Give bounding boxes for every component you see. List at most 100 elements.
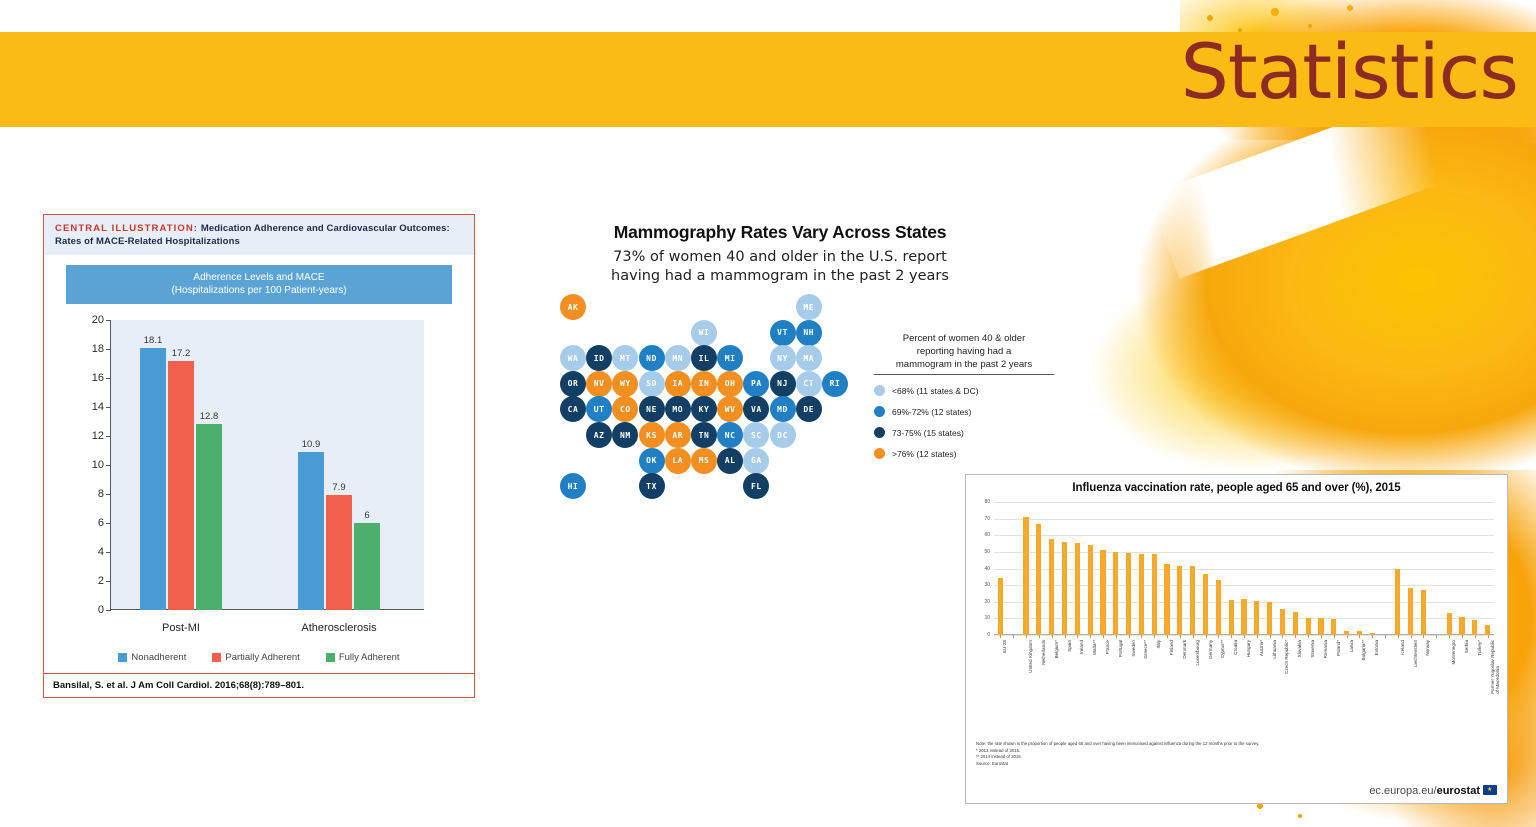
- eurostat-x-category-label: Malta**: [1092, 640, 1098, 655]
- eurostat-bar: [1126, 553, 1132, 635]
- jacc-y-tick: [106, 523, 111, 524]
- eurostat-y-tick-label: 60: [984, 532, 990, 539]
- jacc-legend-swatch: [212, 653, 222, 662]
- state-tile-nd[interactable]: ND: [638, 345, 665, 372]
- state-tile-nc[interactable]: NC: [717, 422, 744, 448]
- state-tile-ga[interactable]: GA: [743, 447, 770, 474]
- eurostat-bar: [1241, 599, 1247, 635]
- eurostat-x-category-label: EU-28: [1002, 640, 1008, 654]
- state-tile-wi[interactable]: WI: [691, 319, 717, 346]
- eurostat-x-category-label: Cyprus**: [1220, 640, 1226, 659]
- mammography-subtitle-line2: having had a mammogram in the past 2 yea…: [611, 268, 949, 284]
- state-tile-de[interactable]: DE: [795, 396, 822, 423]
- state-tile-ky[interactable]: KY: [691, 396, 717, 423]
- eurostat-bar: [1023, 516, 1029, 635]
- eurostat-x-category-label: Greece**: [1143, 640, 1149, 659]
- eurostat-x-category-label: Iceland: [1399, 640, 1405, 655]
- eurostat-url-plain: ec.europa.eu/: [1369, 784, 1437, 797]
- eurostat-y-tick-label: 20: [984, 598, 990, 605]
- state-tile-fl[interactable]: FL: [743, 473, 770, 500]
- jacc-y-tick: [106, 465, 111, 466]
- eurostat-x-tick: [1256, 635, 1258, 638]
- state-tile-in[interactable]: IN: [691, 370, 717, 397]
- eurostat-bar: [1420, 590, 1427, 635]
- state-tile-ma[interactable]: MA: [795, 345, 822, 372]
- state-tile-nv[interactable]: NV: [586, 370, 613, 397]
- eurostat-bar: [1228, 599, 1234, 635]
- mammography-legend-item: 73-75% (15 states): [874, 427, 1054, 438]
- eurostat-x-category-label: Germany: [1207, 640, 1213, 659]
- jacc-bar-value-label: 17.2: [171, 347, 191, 359]
- state-tile-il[interactable]: IL: [691, 345, 717, 372]
- state-tile-mo[interactable]: MO: [664, 396, 691, 423]
- state-tile-nh[interactable]: NH: [795, 319, 822, 346]
- mammography-subtitle-line1: 73% of women 40 and older in the U.S. re…: [613, 249, 947, 265]
- state-tile-hi[interactable]: HI: [560, 473, 586, 500]
- state-tile-wa[interactable]: WA: [560, 345, 586, 372]
- state-tile-az[interactable]: AZ: [586, 422, 613, 448]
- state-tile-ar[interactable]: AR: [664, 422, 691, 448]
- state-tile-pa[interactable]: PA: [743, 370, 770, 397]
- jacc-y-tick: [106, 552, 111, 553]
- state-tile-nm[interactable]: NM: [612, 422, 639, 448]
- state-tile-dc[interactable]: DC: [769, 422, 796, 448]
- eurostat-x-tick: [1269, 635, 1271, 638]
- state-tile-md[interactable]: MD: [769, 396, 796, 423]
- state-tile-ks[interactable]: KS: [638, 422, 665, 448]
- eurostat-note-4: Source: Eurostat: [976, 760, 1009, 766]
- eurostat-y-tick-label: 10: [984, 615, 990, 622]
- eurostat-y-tick-label: 80: [984, 499, 990, 505]
- eurostat-x-tick: [1141, 635, 1143, 638]
- eurostat-x-tick: [1102, 635, 1104, 638]
- state-tile-ct[interactable]: CT: [795, 370, 822, 397]
- state-tile-ak[interactable]: AK: [560, 294, 586, 320]
- state-tile-ca[interactable]: CA: [560, 396, 586, 423]
- state-tile-va[interactable]: VA: [743, 396, 770, 423]
- eurostat-x-tick: [1282, 635, 1284, 638]
- eurostat-x-tick: [1487, 635, 1489, 638]
- eurostat-note-1: Note: the rate shown is the proportion o…: [976, 741, 1260, 746]
- eurostat-x-tick: [1154, 635, 1156, 638]
- state-tile-id[interactable]: ID: [586, 345, 613, 372]
- state-tile-ia[interactable]: IA: [664, 370, 691, 397]
- eurostat-bar-chart: 0 10 20 30 40 50 60 70 80 EU-28 United Kingdom Neth…: [984, 499, 1499, 694]
- state-tile-sc[interactable]: SC: [743, 422, 770, 448]
- state-tile-nj[interactable]: NJ: [769, 370, 796, 397]
- eurostat-bar: [1279, 608, 1286, 635]
- state-tile-mt[interactable]: MT: [612, 345, 639, 372]
- state-tile-wv[interactable]: WV: [717, 396, 744, 423]
- jacc-y-tick-label: 12: [91, 430, 104, 442]
- state-tile-or[interactable]: OR: [560, 370, 586, 397]
- state-tile-oh[interactable]: OH: [717, 370, 744, 397]
- eurostat-x-category-label: Slovakia: [1297, 640, 1303, 658]
- eurostat-bar: [1292, 612, 1298, 635]
- state-tile-ut[interactable]: UT: [586, 396, 613, 423]
- state-tile-ny[interactable]: NY: [769, 345, 796, 372]
- mammography-legend-dot: [874, 406, 885, 417]
- eurostat-bar: [1369, 632, 1375, 635]
- eurostat-gridline: [994, 551, 1494, 553]
- state-tile-al[interactable]: AL: [717, 447, 744, 474]
- state-tile-la[interactable]: LA: [664, 447, 691, 474]
- eurostat-x-category-label: Estonia: [1374, 640, 1380, 656]
- eurostat-x-category-label: Norway: [1425, 640, 1431, 656]
- state-tile-co[interactable]: CO: [612, 396, 639, 423]
- jacc-y-tick: [106, 320, 111, 321]
- state-tile-ok[interactable]: OK: [638, 447, 665, 474]
- state-tile-ri[interactable]: RI: [822, 370, 848, 397]
- state-tile-me[interactable]: ME: [795, 294, 822, 320]
- mammography-legend-label: >76% (12 states): [892, 448, 957, 459]
- eurostat-bar: [1202, 573, 1209, 635]
- eurostat-x-category-label: Croatia: [1233, 640, 1239, 655]
- state-tile-tx[interactable]: TX: [638, 473, 665, 500]
- state-tile-ms[interactable]: MS: [691, 447, 717, 474]
- state-tile-tn[interactable]: TN: [691, 422, 717, 448]
- state-tile-ne[interactable]: NE: [638, 396, 665, 423]
- state-tile-wy[interactable]: WY: [612, 370, 639, 397]
- eurostat-x-category-label: Netherlands: [1040, 640, 1046, 665]
- state-tile-sd[interactable]: SD: [638, 370, 665, 397]
- state-tile-mi[interactable]: MI: [717, 345, 744, 372]
- jacc-subtitle-line2: (Hospitalizations per 100 Patient-years): [171, 285, 347, 296]
- state-tile-vt[interactable]: VT: [769, 319, 796, 346]
- state-tile-mn[interactable]: MN: [664, 345, 691, 372]
